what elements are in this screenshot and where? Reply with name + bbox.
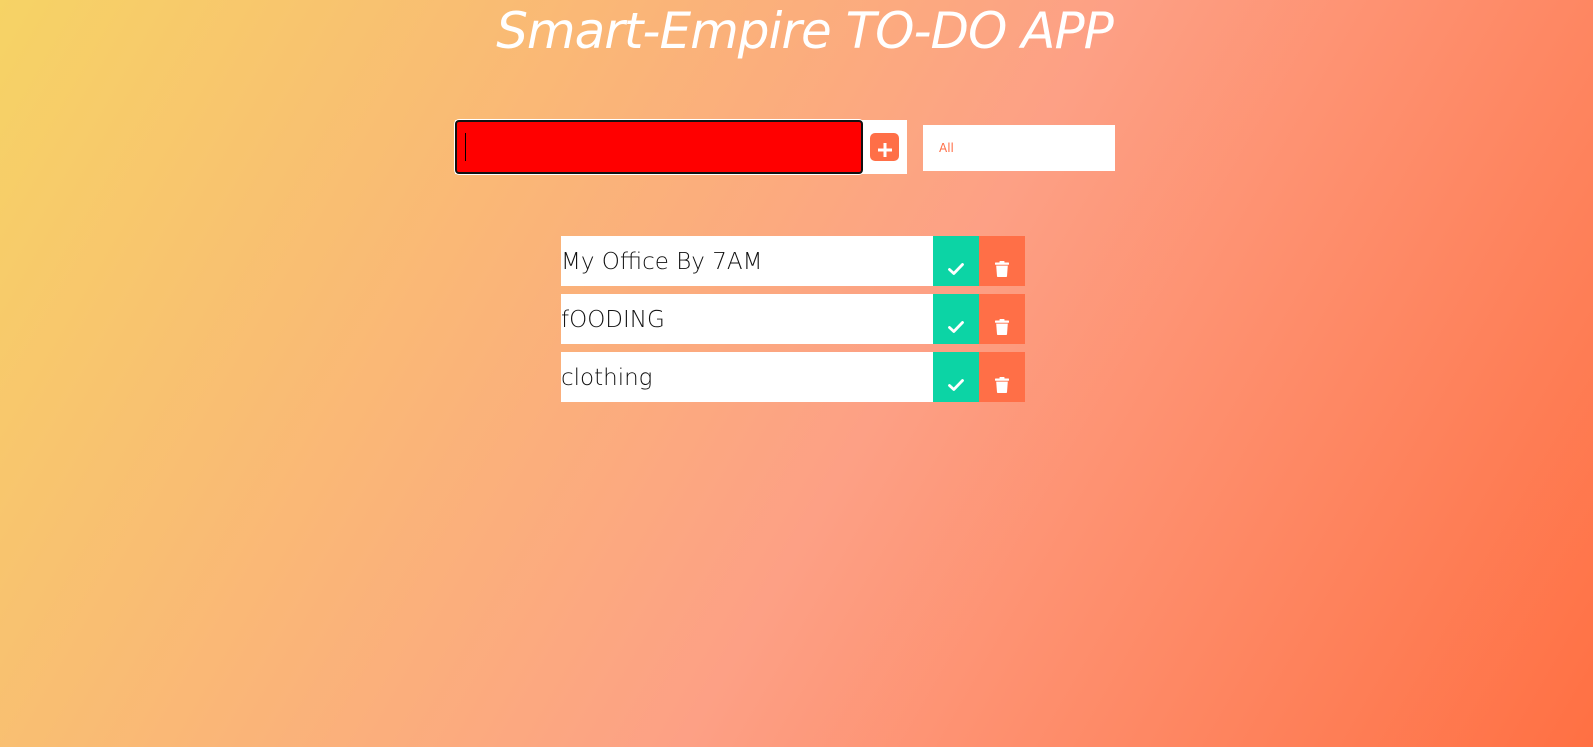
todo-input[interactable] [455, 120, 863, 174]
trash-icon [995, 318, 1009, 335]
todo-input-wrapper [455, 120, 907, 174]
delete-button[interactable] [979, 236, 1025, 286]
todo-text: clothing [561, 365, 653, 391]
todo-item: My Office By 7AM [561, 236, 1025, 286]
todo-text: My Office By 7AM [561, 249, 763, 275]
complete-button[interactable] [933, 236, 979, 286]
filter-select[interactable]: All [923, 125, 1115, 171]
complete-button[interactable] [933, 294, 979, 344]
todo-list: My Office By 7AM fOODING clothing [561, 236, 1025, 410]
check-icon [948, 263, 964, 275]
check-icon [948, 321, 964, 333]
check-icon [948, 379, 964, 391]
plus-icon [877, 143, 892, 157]
trash-icon [995, 260, 1009, 277]
page-title: Smart-Empire TO-DO APP [496, 2, 1114, 60]
delete-button[interactable] [979, 352, 1025, 402]
trash-icon [995, 376, 1009, 393]
todo-item: fOODING [561, 294, 1025, 344]
text-cursor [465, 133, 466, 161]
add-todo-button[interactable] [870, 133, 899, 161]
delete-button[interactable] [979, 294, 1025, 344]
todo-item: clothing [561, 352, 1025, 402]
complete-button[interactable] [933, 352, 979, 402]
todo-text: fOODING [561, 307, 665, 333]
